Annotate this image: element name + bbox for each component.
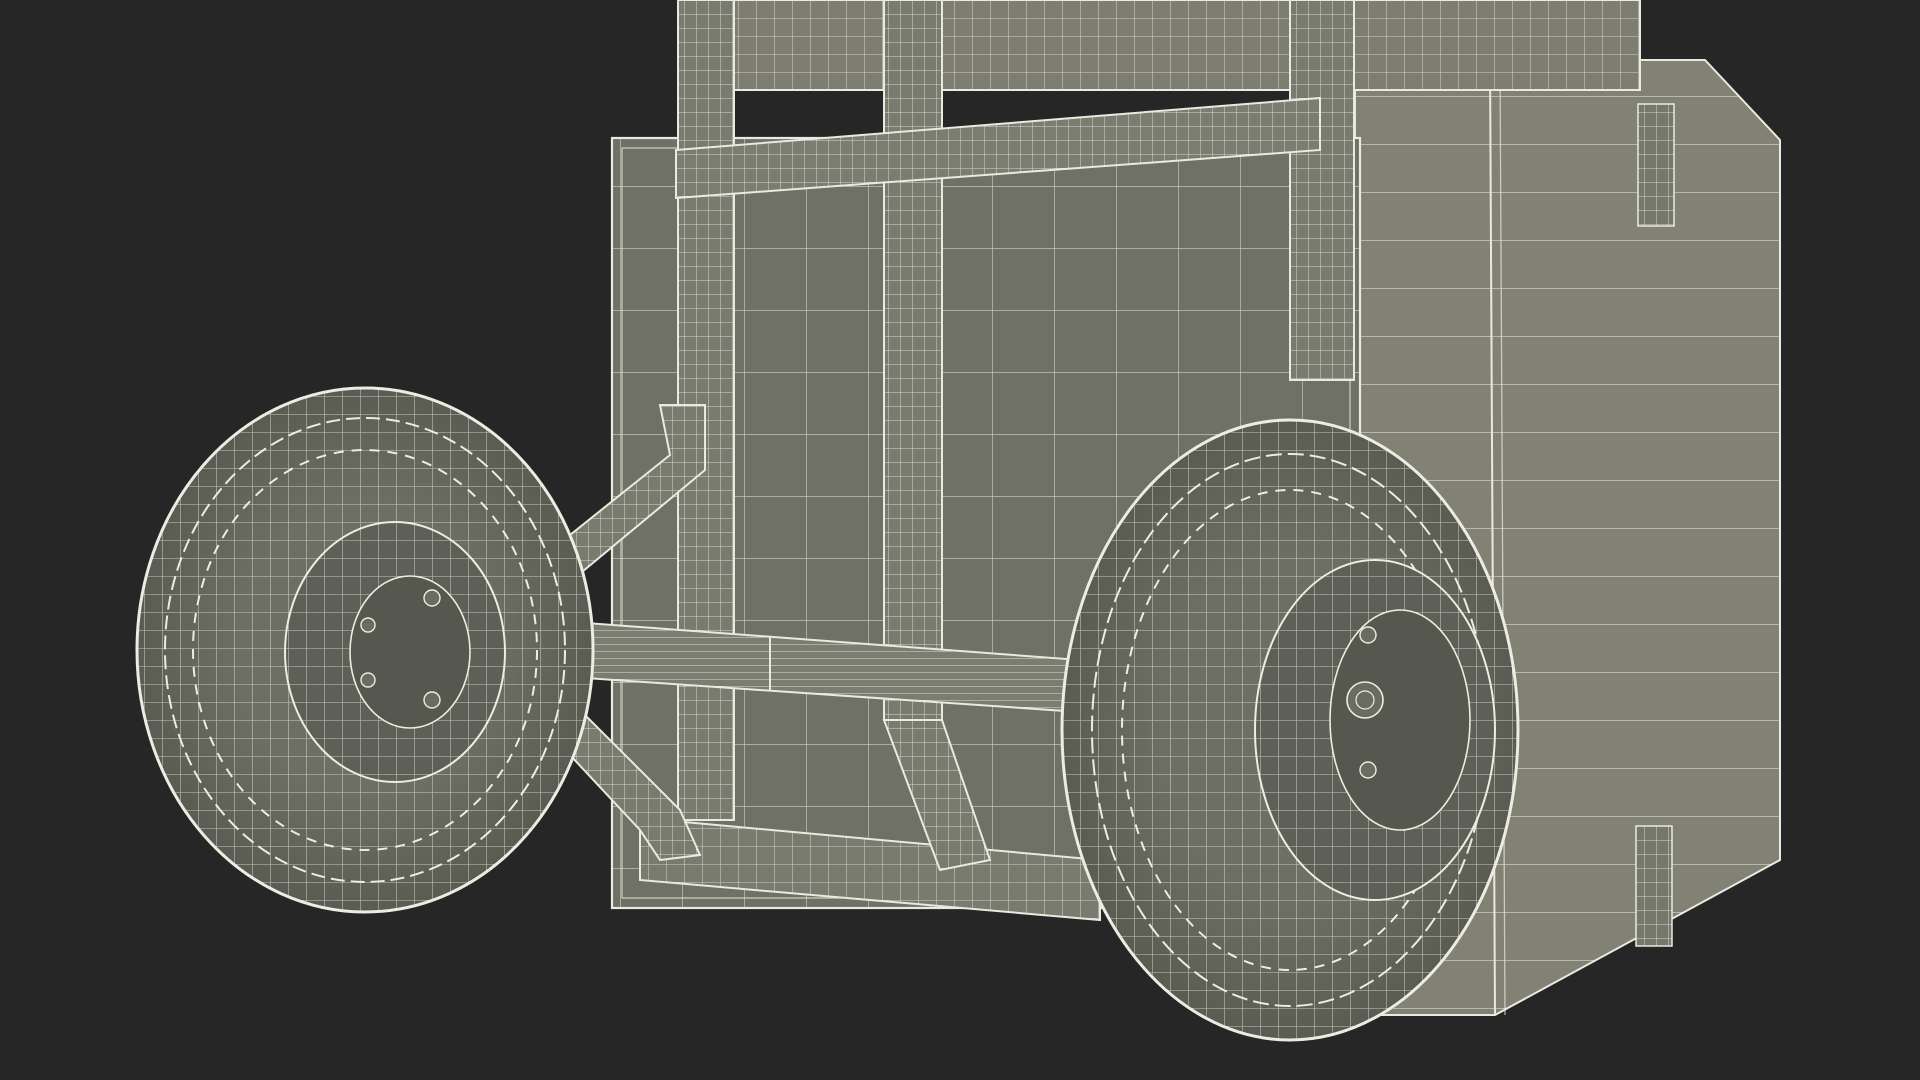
wheel-left	[135, 386, 595, 914]
wireframe-render	[135, 0, 1781, 1042]
wheel-right	[1060, 418, 1520, 1042]
render-viewport	[0, 0, 1920, 1080]
